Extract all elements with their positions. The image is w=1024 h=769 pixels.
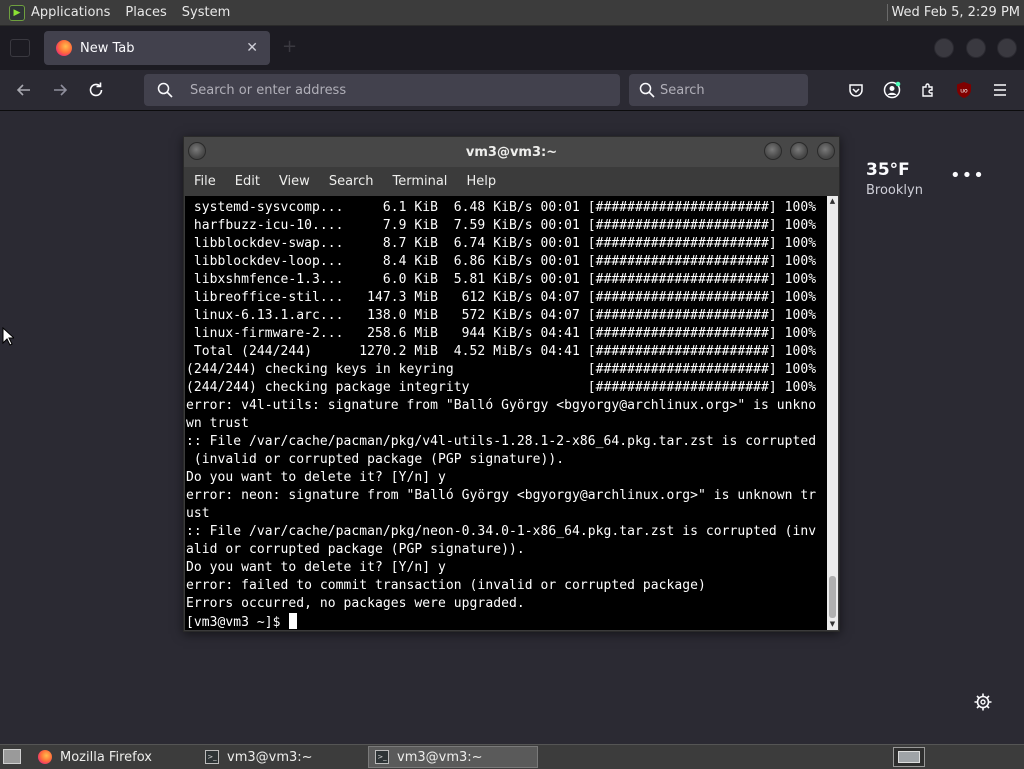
menu-file[interactable]: File xyxy=(194,174,216,189)
search-icon xyxy=(157,82,173,98)
show-desktop-icon[interactable] xyxy=(3,749,21,764)
panel-clock[interactable]: Wed Feb 5, 2:29 PM xyxy=(891,0,1020,25)
terminal-line: libreoffice-stil... 147.3 MiB 612 KiB/s … xyxy=(186,290,817,305)
close-window-icon[interactable] xyxy=(997,38,1017,58)
terminal-line: (invalid or corrupted package (PGP signa… xyxy=(186,452,565,467)
browser-nav-bar: uo xyxy=(0,70,1024,111)
terminal-line: libblockdev-loop... 8.4 KiB 6.86 KiB/s 0… xyxy=(186,254,817,269)
bottom-panel: Mozilla Firefox >_ vm3@vm3:~ >_ vm3@vm3:… xyxy=(0,744,1024,769)
minimize-window-icon[interactable] xyxy=(764,142,782,160)
terminal-line: ust xyxy=(186,506,210,521)
terminal-line: error: failed to commit transaction (inv… xyxy=(186,578,706,593)
terminal-prompt-line[interactable]: [vm3@vm3 ~]$ xyxy=(186,613,816,630)
terminal-line: Do you want to delete it? [Y/n] y xyxy=(186,560,446,575)
ublock-origin-icon[interactable]: uo xyxy=(953,79,975,101)
terminal-line: linux-6.13.1.arc... 138.0 MiB 572 KiB/s … xyxy=(186,308,817,323)
terminal-titlebar[interactable]: vm3@vm3:~ xyxy=(184,137,839,167)
search-bar[interactable] xyxy=(629,74,808,106)
scroll-down-icon[interactable]: ▼ xyxy=(827,619,838,630)
ublock-badge: uo xyxy=(960,88,968,95)
minimize-window-icon[interactable] xyxy=(934,38,954,58)
mouse-pointer-icon xyxy=(2,327,14,346)
sidebar-toggle-icon[interactable] xyxy=(10,39,30,57)
tab-new-tab[interactable]: New Tab ✕ xyxy=(44,31,270,65)
firefox-icon xyxy=(56,40,72,56)
hamburger-menu-icon[interactable] xyxy=(989,79,1011,101)
address-bar[interactable] xyxy=(144,74,620,106)
terminal-window[interactable]: vm3@vm3:~ File Edit View Search Terminal… xyxy=(183,136,840,632)
menu-help[interactable]: Help xyxy=(466,174,496,189)
taskbar-label: vm3@vm3:~ xyxy=(397,749,483,765)
back-arrow-icon[interactable] xyxy=(14,80,34,100)
account-icon[interactable] xyxy=(881,79,903,101)
menu-view[interactable]: View xyxy=(279,174,310,189)
terminal-line: systemd-sysvcomp... 6.1 KiB 6.48 KiB/s 0… xyxy=(186,200,817,215)
terminal-line: :: File /var/cache/pacman/pkg/neon-0.34.… xyxy=(186,524,817,539)
terminal-line: error: neon: signature from "Balló Györg… xyxy=(186,488,817,503)
menu-search[interactable]: Search xyxy=(329,174,374,189)
taskbar-label: Mozilla Firefox xyxy=(60,749,152,765)
taskbar-terminal-2[interactable]: >_ vm3@vm3:~ xyxy=(368,746,538,768)
applications-menu[interactable]: Applications xyxy=(31,5,110,20)
arch-logo-icon[interactable]: ▶ xyxy=(9,4,25,21)
reload-icon[interactable] xyxy=(86,80,106,100)
terminal-line: (244/244) checking keys in keyring [####… xyxy=(186,362,817,377)
terminal-prompt: [vm3@vm3 ~]$ xyxy=(186,615,289,630)
firefox-icon xyxy=(38,750,52,764)
address-input[interactable] xyxy=(190,74,610,106)
terminal-title: vm3@vm3:~ xyxy=(465,145,558,160)
panel-menus: Applications Places System xyxy=(31,0,245,25)
search-icon xyxy=(639,82,655,98)
terminal-line: Errors occurred, no packages were upgrad… xyxy=(186,596,525,611)
scrollbar-thumb[interactable] xyxy=(829,576,836,618)
close-window-icon[interactable] xyxy=(817,142,835,160)
terminal-line: libxshmfence-1.3... 6.0 KiB 5.81 KiB/s 0… xyxy=(186,272,817,287)
terminal-line: alid or corrupted package (PGP signature… xyxy=(186,542,525,557)
terminal-line: linux-firmware-2... 258.6 MiB 944 KiB/s … xyxy=(186,326,817,341)
browser-tab-bar: New Tab ✕ + xyxy=(0,26,1024,70)
terminal-line: Do you want to delete it? [Y/n] y xyxy=(186,470,446,485)
terminal-line: harfbuzz-icu-10.... 7.9 KiB 7.59 KiB/s 0… xyxy=(186,218,817,233)
terminal-line: wn trust xyxy=(186,416,250,431)
terminal-line: Total (244/244) 1270.2 MiB 4.52 MiB/s 04… xyxy=(186,344,817,359)
terminal-scrollbar[interactable]: ▲ ▼ xyxy=(827,196,838,630)
taskbar-firefox[interactable]: Mozilla Firefox xyxy=(30,746,196,768)
weather-location: Brooklyn xyxy=(866,183,923,198)
workspace-1[interactable] xyxy=(898,751,920,763)
maximize-window-icon[interactable] xyxy=(790,142,808,160)
taskbar-terminal-1[interactable]: >_ vm3@vm3:~ xyxy=(199,746,365,768)
top-panel: ▶ Applications Places System Wed Feb 5, … xyxy=(0,0,1024,26)
extensions-icon[interactable] xyxy=(917,79,939,101)
places-menu[interactable]: Places xyxy=(125,5,166,20)
terminal-menubar: File Edit View Search Terminal Help xyxy=(184,167,839,195)
scroll-up-icon[interactable]: ▲ xyxy=(827,196,838,207)
taskbar-label: vm3@vm3:~ xyxy=(227,749,313,765)
terminal-line: :: File /var/cache/pacman/pkg/v4l-utils-… xyxy=(186,434,817,449)
terminal-cursor xyxy=(289,613,298,629)
terminal-line: error: v4l-utils: signature from "Balló … xyxy=(186,398,817,413)
terminal-line: libblockdev-swap... 8.7 KiB 6.74 KiB/s 0… xyxy=(186,236,817,251)
search-input[interactable] xyxy=(660,74,800,106)
maximize-window-icon[interactable] xyxy=(966,38,986,58)
pocket-icon[interactable] xyxy=(845,79,867,101)
panel-separator xyxy=(887,4,888,21)
terminal-output: systemd-sysvcomp... 6.1 KiB 6.48 KiB/s 0… xyxy=(186,199,816,630)
terminal-icon: >_ xyxy=(375,750,389,764)
system-menu[interactable]: System xyxy=(182,5,230,20)
weather-widget[interactable]: 35°F Brooklyn xyxy=(866,160,923,198)
forward-arrow-icon[interactable] xyxy=(50,80,70,100)
terminal-screen[interactable]: systemd-sysvcomp... 6.1 KiB 6.48 KiB/s 0… xyxy=(185,196,827,630)
workspace-switcher[interactable] xyxy=(893,747,925,767)
gear-icon[interactable] xyxy=(973,692,993,712)
weather-more-icon[interactable]: ••• xyxy=(950,165,985,186)
terminal-line: (244/244) checking package integrity [##… xyxy=(186,380,817,395)
close-tab-icon[interactable]: ✕ xyxy=(246,40,258,56)
terminal-icon: >_ xyxy=(205,750,219,764)
menu-terminal[interactable]: Terminal xyxy=(392,174,447,189)
tab-title: New Tab xyxy=(80,40,135,56)
menu-edit[interactable]: Edit xyxy=(235,174,260,189)
new-tab-icon[interactable]: + xyxy=(282,38,297,56)
weather-temperature: 35°F xyxy=(866,160,910,180)
